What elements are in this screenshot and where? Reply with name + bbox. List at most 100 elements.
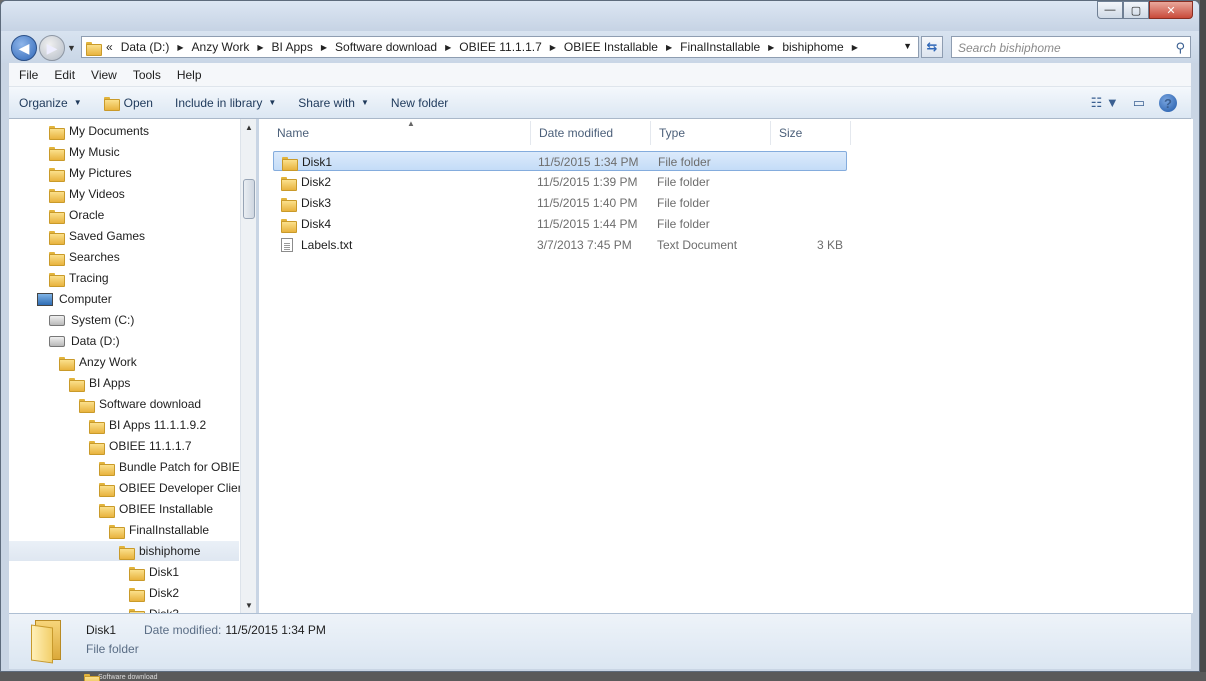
- tree-item[interactable]: My Videos: [49, 184, 125, 204]
- menu-view[interactable]: View: [91, 68, 117, 82]
- file-type: File folder: [657, 196, 710, 210]
- title-bar[interactable]: — ▢ ✕: [1, 1, 1199, 31]
- share-with-button[interactable]: Share with ▼: [298, 96, 369, 110]
- minimize-button[interactable]: —: [1097, 1, 1123, 19]
- tree-item[interactable]: Saved Games: [49, 226, 145, 246]
- refresh-button[interactable]: ⇆: [921, 36, 943, 58]
- breadcrumb-separator-icon[interactable]: ▶: [445, 43, 451, 52]
- view-options-icon[interactable]: ☷ ▼: [1091, 95, 1119, 111]
- breadcrumb-item[interactable]: FinalInstallable: [680, 40, 760, 54]
- search-input[interactable]: Search bishiphome ⚲: [951, 36, 1191, 58]
- tree-item[interactable]: Software download: [79, 394, 201, 414]
- tree-item[interactable]: Disk3: [129, 604, 179, 613]
- breadcrumb-separator-icon[interactable]: ▶: [321, 43, 327, 52]
- share-with-label: Share with: [298, 95, 355, 110]
- maximize-button[interactable]: ▢: [1123, 1, 1149, 19]
- file-row[interactable]: Disk3 11/5/2015 1:40 PM File folder: [273, 193, 847, 213]
- breadcrumb-item[interactable]: Data (D:): [121, 40, 170, 54]
- recent-pages-dropdown[interactable]: ▼: [67, 43, 76, 53]
- close-button[interactable]: ✕: [1149, 1, 1193, 19]
- file-row[interactable]: Disk4 11/5/2015 1:44 PM File folder: [273, 214, 847, 234]
- back-button[interactable]: ◀: [11, 35, 37, 61]
- breadcrumb-item[interactable]: OBIEE 11.1.1.7: [459, 40, 542, 54]
- menu-help[interactable]: Help: [177, 68, 202, 82]
- tree-item[interactable]: Data (D:): [49, 331, 120, 351]
- tree-item[interactable]: FinalInstallable: [109, 520, 209, 540]
- tree-item[interactable]: OBIEE Developer Client: [99, 478, 248, 498]
- folder-icon: [49, 146, 65, 161]
- preview-pane-icon[interactable]: ▭: [1133, 95, 1145, 111]
- help-icon[interactable]: ?: [1159, 94, 1177, 112]
- tree-item-label: My Videos: [69, 187, 125, 201]
- folder-icon: [281, 176, 297, 191]
- scroll-thumb[interactable]: [243, 179, 255, 219]
- breadcrumb-item[interactable]: BI Apps: [271, 40, 312, 54]
- tree-item[interactable]: BI Apps: [69, 373, 130, 393]
- tree-item-label: Oracle: [69, 208, 105, 222]
- breadcrumb-item[interactable]: OBIEE Installable: [564, 40, 658, 54]
- tree-item[interactable]: My Music: [49, 142, 120, 162]
- menu-file[interactable]: File: [19, 68, 38, 82]
- include-in-library-button[interactable]: Include in library ▼: [175, 96, 276, 110]
- file-row[interactable]: Disk1 11/5/2015 1:34 PM File folder: [273, 151, 847, 171]
- new-folder-button[interactable]: New folder: [391, 96, 448, 110]
- breadcrumb-item[interactable]: Anzy Work: [192, 40, 250, 54]
- scroll-up-icon[interactable]: ▲: [241, 119, 257, 135]
- organize-button[interactable]: Organize ▼: [19, 96, 82, 110]
- breadcrumb-separator-icon[interactable]: ▶: [852, 43, 858, 52]
- column-date-label: Date modified: [539, 126, 614, 140]
- menu-tools[interactable]: Tools: [133, 68, 161, 82]
- file-date: 11/5/2015 1:34 PM: [538, 155, 639, 169]
- tree-item[interactable]: OBIEE 11.1.1.7: [89, 436, 192, 456]
- menu-edit[interactable]: Edit: [54, 68, 75, 82]
- file-row[interactable]: Disk2 11/5/2015 1:39 PM File folder: [273, 172, 847, 192]
- folder-icon: [99, 503, 115, 518]
- tree-item[interactable]: My Documents: [49, 121, 149, 141]
- file-list[interactable]: Name ▲ Date modified Type Size Disk1 11/5…: [259, 119, 1193, 613]
- tree-item[interactable]: OBIEE Installable: [99, 499, 213, 519]
- column-header-type[interactable]: Type: [651, 121, 771, 145]
- column-header-date[interactable]: Date modified: [531, 121, 651, 145]
- column-size-label: Size: [779, 126, 803, 140]
- tree-item[interactable]: Computer: [37, 289, 112, 309]
- tree-item[interactable]: My Pictures: [49, 163, 132, 183]
- breadcrumb-separator-icon[interactable]: ▶: [177, 43, 183, 52]
- open-button[interactable]: Open: [103, 96, 153, 111]
- tree-item-label: System (C:): [71, 313, 135, 327]
- forward-button[interactable]: ▶: [39, 35, 65, 61]
- tree-item[interactable]: Disk1: [129, 562, 179, 582]
- search-icon[interactable]: ⚲: [1175, 40, 1185, 56]
- tree-item[interactable]: Searches: [49, 247, 120, 267]
- column-header-size[interactable]: Size: [771, 121, 851, 145]
- tree-item[interactable]: Oracle: [49, 205, 104, 225]
- tree-item[interactable]: System (C:): [49, 310, 134, 330]
- tree-item[interactable]: Disk2: [129, 583, 179, 603]
- address-dropdown-icon[interactable]: ▼: [903, 41, 912, 51]
- breadcrumb-item[interactable]: Software download: [335, 40, 437, 54]
- details-name: Disk1: [86, 623, 117, 637]
- tree-item[interactable]: bishiphome: [9, 541, 239, 561]
- navigation-pane[interactable]: My Documents My Music My Pictures My Videos…: [9, 119, 256, 613]
- folder-icon: [89, 419, 105, 434]
- navigation-scrollbar[interactable]: ▲ ▼: [240, 119, 256, 613]
- breadcrumb-overflow[interactable]: «: [106, 40, 113, 54]
- breadcrumb-separator-icon[interactable]: ▶: [257, 43, 263, 52]
- breadcrumb-separator-icon[interactable]: ▶: [550, 43, 556, 52]
- tree-item-label: Saved Games: [69, 229, 146, 243]
- breadcrumb-separator-icon[interactable]: ▶: [666, 43, 672, 52]
- computer-icon: [37, 292, 53, 306]
- tree-item[interactable]: BI Apps 11.1.1.9.2: [89, 415, 206, 435]
- file-type: File folder: [657, 217, 710, 231]
- tree-item[interactable]: Anzy Work: [59, 352, 137, 372]
- folder-icon: [99, 482, 115, 497]
- breadcrumb-item[interactable]: bishiphome: [782, 40, 843, 54]
- scroll-down-icon[interactable]: ▼: [241, 597, 257, 613]
- column-header-name[interactable]: Name ▲: [269, 119, 531, 145]
- tree-item-label: OBIEE 11.1.1.7: [109, 439, 192, 453]
- tree-item[interactable]: Tracing: [49, 268, 109, 288]
- address-bar[interactable]: « Data (D:) ▶ Anzy Work ▶ BI Apps ▶ Software d…: [81, 36, 919, 58]
- tree-item[interactable]: Bundle Patch for OBIEE: [99, 457, 248, 477]
- folder-icon: [119, 545, 135, 560]
- file-row[interactable]: Labels.txt 3/7/2013 7:45 PM Text Document 3…: [273, 235, 847, 255]
- breadcrumb-separator-icon[interactable]: ▶: [768, 43, 774, 52]
